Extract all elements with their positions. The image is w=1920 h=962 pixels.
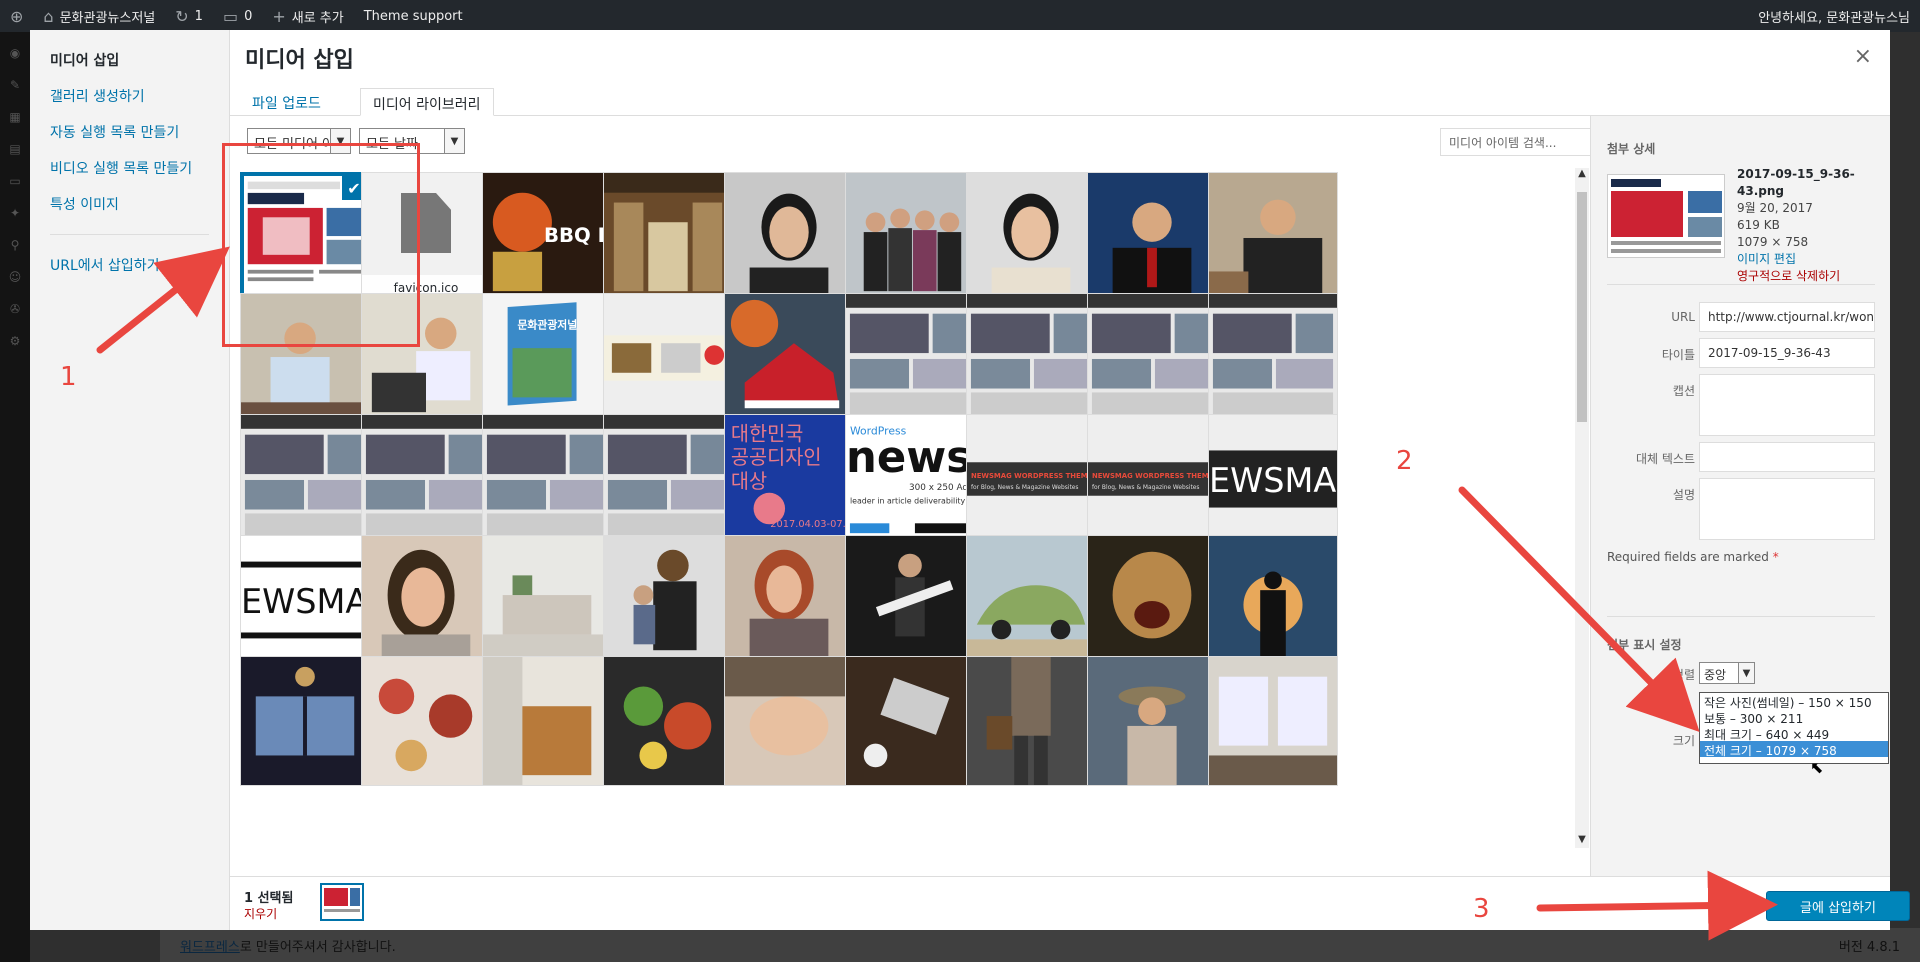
annotation-arrows [96,246,1778,941]
annotation-number-1: 1 [60,362,77,392]
annotation-number-3: 3 [1473,894,1490,924]
annotation-number-2: 2 [1396,446,1413,476]
annotation-arrow-2 [1458,486,1700,732]
annotation-arrow-3 [1536,870,1778,941]
annotation-arrow-1 [96,246,230,354]
